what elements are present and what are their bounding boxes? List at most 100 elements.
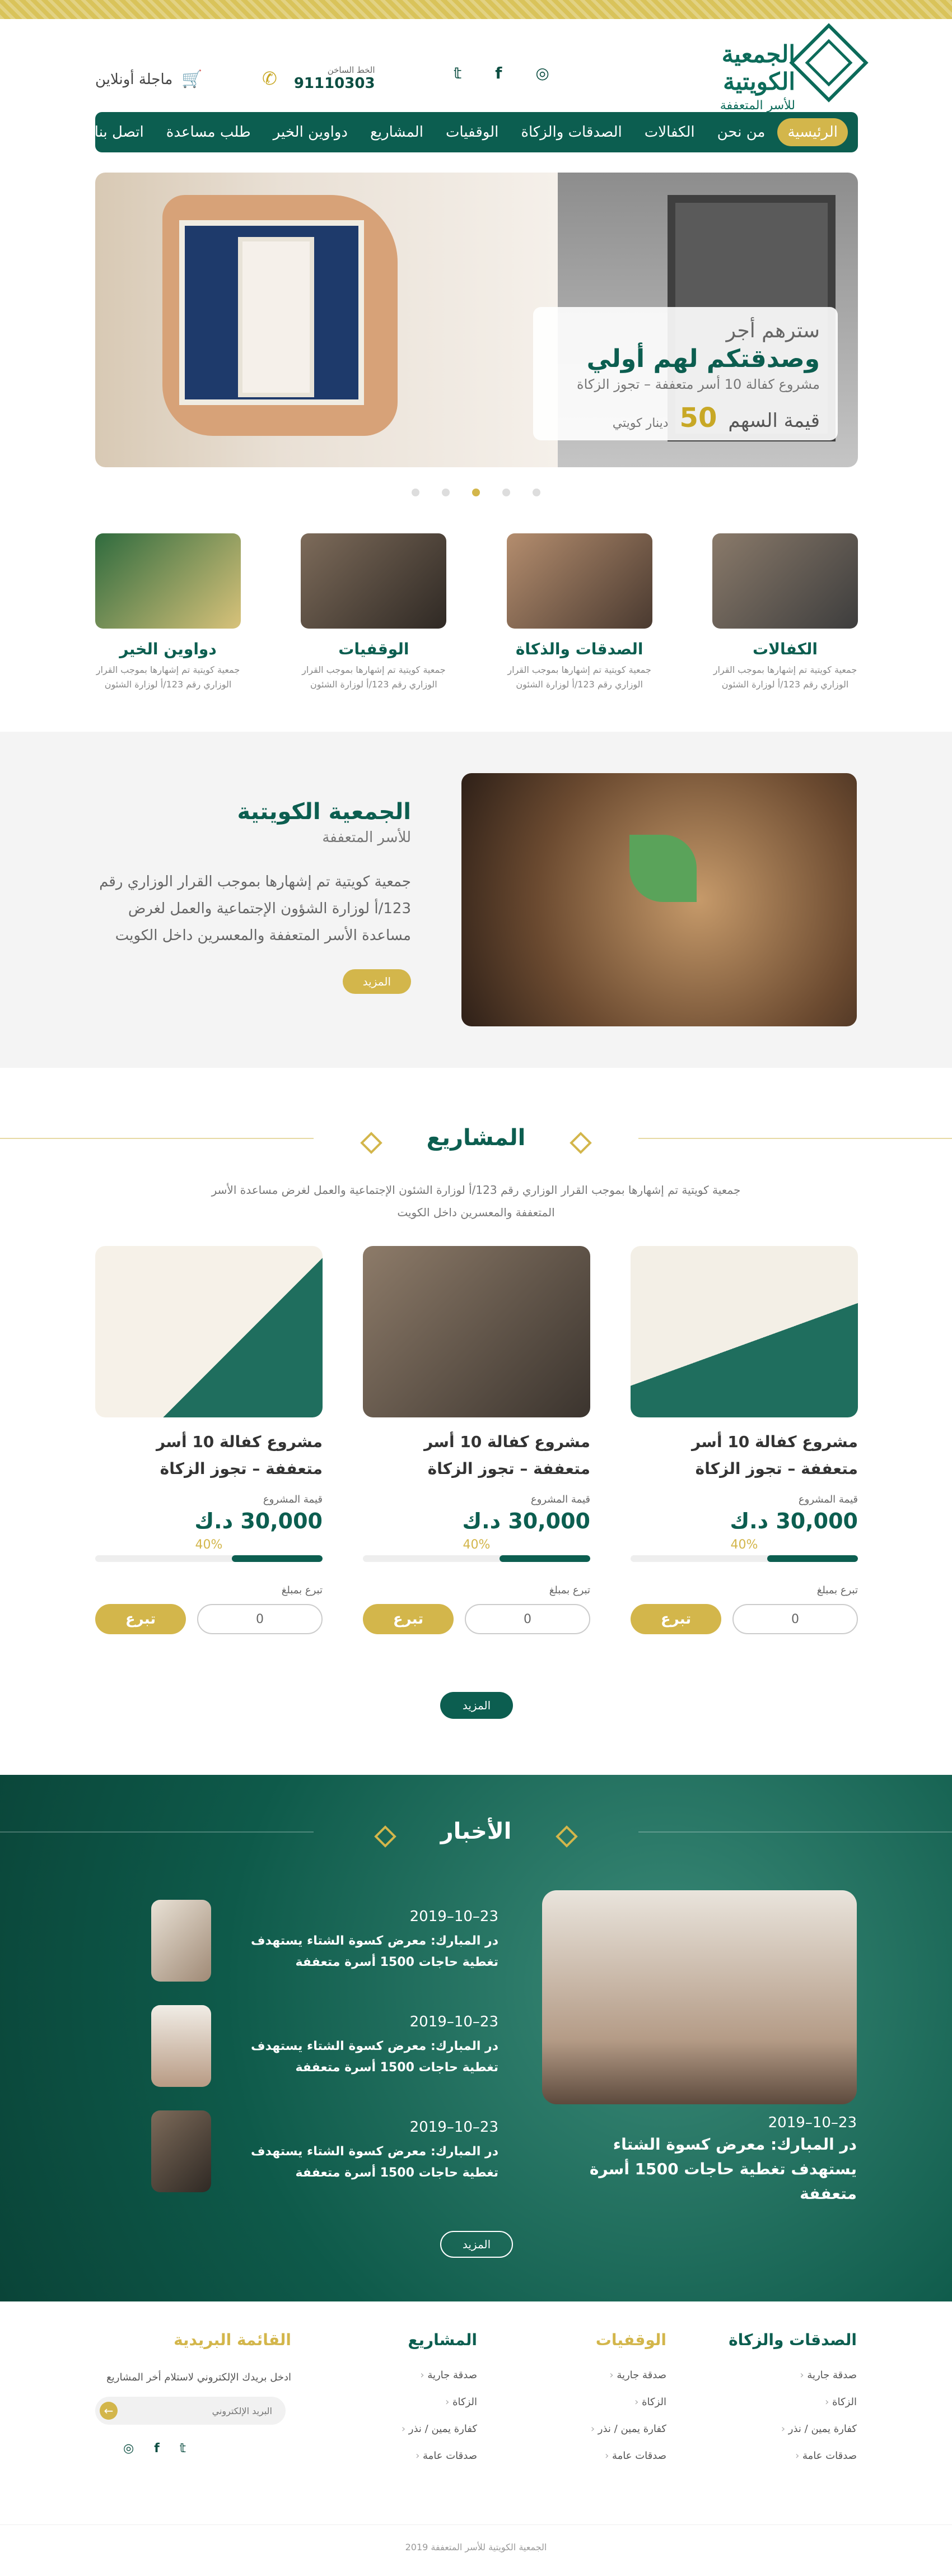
footer-link[interactable]: كفارة يمين / نذر [498,2423,666,2450]
category-card[interactable]: الصدقات والذكاة جمعية كويتية تم إشهارها … [506,533,652,692]
donate-label: تبرع بمبلغ [816,1584,858,1596]
project-title: مشروع كفالة 10 أسر متعففة – تجوز الزكاة [156,1433,323,1478]
project-card[interactable]: مشروع كفالة 10 أسر متعففة – تجوز الزكاة … [95,1246,323,1634]
newsletter: القائمة البريدية ادخل بريدك الإلكتروني ل… [95,2331,291,2456]
newsletter-text: ادخل بريدك الإلكتروني لاستلام أخر المشار… [106,2372,291,2383]
nav-sponsorships[interactable]: الكفالات [634,118,705,146]
nav-projects[interactable]: المشاريع [360,118,433,146]
twitter-icon[interactable]: 𝕥 [454,64,461,82]
project-progress-bar [363,1555,590,1562]
slider-dot-active[interactable] [472,489,480,496]
featured-news-caption[interactable]: 23–10–2019 در المبارك: معرض كسوة الشتاء … [542,2114,857,2206]
footer-link[interactable]: كفارة يمين / نذر [689,2423,857,2450]
news-thumbnail [151,2005,211,2087]
slider-dot[interactable] [442,489,450,496]
nav-request-help[interactable]: طلب مساعدة [156,118,261,146]
project-cards: مشروع كفالة 10 أسر متعففة – تجوز الزكاة … [95,1246,858,1634]
footer-link[interactable]: صدقة جارية [498,2369,666,2396]
project-card[interactable]: مشروع كفالة 10 أسر متعففة – تجوز الزكاة … [631,1246,858,1634]
hero-price: قيمة السهم 50 دينار كويتي [551,402,820,434]
footer-link[interactable]: الزكاة [309,2396,477,2423]
category-cards: الكفالات جمعية كويتية تم إشهارها بموجب ا… [95,533,858,692]
twitter-icon[interactable]: 𝕥 [180,2442,186,2456]
site-logo[interactable]: الجمعية الكويتية للأسر المتعففة [678,23,869,113]
nav-charity-zakat[interactable]: الصدقات والزكاة [511,118,632,146]
about-title: الجمعية الكويتية [237,799,411,825]
logo-subtitle: للأسر المتعففة [720,99,795,113]
facebook-icon[interactable]: f [495,64,502,82]
hotline-label: الخط الساخن [327,65,375,75]
nav-home[interactable]: الرئيسية [777,118,848,146]
category-title: دواوين الخير [119,640,217,658]
about-subtitle: للأسر المتعففة [322,829,411,846]
donate-button[interactable]: تبرع [631,1604,721,1634]
facebook-icon[interactable]: f [154,2442,160,2456]
news-date: 23–10–2019 [409,1908,498,1925]
footer-link[interactable]: صدقات عامة [689,2450,857,2477]
footer-link[interactable]: صدقة جارية [309,2369,477,2396]
project-progress-label: 40% [195,1538,223,1552]
footer-link[interactable]: صدقات عامة [309,2450,477,2477]
nav-about[interactable]: من نحن [707,118,776,146]
donate-row: تبرع [95,1604,323,1634]
about-more-button[interactable]: المزيد [342,969,411,994]
news-more-button[interactable]: المزيد [440,2231,513,2258]
projects-intro: جمعية كويتية تم إشهارها بموجب القرار الو… [0,1179,952,1224]
footer-col-title: الوقفيات [595,2331,666,2349]
nav-dewaniya[interactable]: دواوين الخير [263,118,358,146]
donate-button[interactable]: تبرع [95,1604,186,1634]
newsletter-email-input[interactable] [95,2397,286,2425]
projects-more-button[interactable]: المزيد [440,1692,513,1719]
footer-link[interactable]: صدقات عامة [498,2450,666,2477]
project-value: 30,000 د.ك [194,1509,323,1533]
donate-amount-input[interactable] [465,1604,590,1634]
category-title: الصدقات والذكاة [515,640,643,658]
slider-dot[interactable] [533,489,540,496]
hero-price-value: 50 [679,402,717,434]
footer-link[interactable]: الزكاة [498,2396,666,2423]
news-item[interactable]: 23–10–2019 در المبارك: معرض كسوة الشتاء … [151,2099,498,2204]
arrow-left-icon[interactable]: ← [100,2402,118,2420]
featured-news-date: 23–10–2019 [768,2114,857,2131]
instagram-icon[interactable]: ◎ [535,64,549,82]
slider-dot[interactable] [502,489,510,496]
footer-social: ◎ f 𝕥 [123,2442,291,2456]
donate-amount-input[interactable] [197,1604,323,1634]
news-item[interactable]: 23–10–2019 در المبارك: معرض كسوة الشتاء … [151,1888,498,1993]
category-card[interactable]: دواوين الخير جمعية كويتية تم إشهارها بمو… [95,533,241,692]
footer-link[interactable]: صدقة جارية [689,2369,857,2396]
news-date: 23–10–2019 [409,2014,498,2030]
diamond-icon [570,1131,592,1154]
slider-dot[interactable] [412,489,419,496]
donate-amount-input[interactable] [732,1604,858,1634]
donate-button[interactable]: تبرع [363,1604,454,1634]
footer-link[interactable]: كفارة يمين / نذر [309,2423,477,2450]
featured-news-image[interactable] [542,1890,857,2104]
hero-slider[interactable]: سترهم أجر وصدقتكم لهم أولي مشروع كفالة 1… [95,173,858,467]
about-image [461,773,857,1026]
projects-intro-line: المتعففة والمعسرين داخل الكويت [397,1206,555,1219]
heading-line [638,1138,952,1139]
project-progress-bar [95,1555,323,1562]
nav-contact[interactable]: اتصل بنا [85,118,154,146]
hero-image-wall [95,173,558,467]
category-card[interactable]: الوقفيات جمعية كويتية تم إشهارها بموجب ا… [301,533,447,692]
category-image [712,533,858,629]
hotline[interactable]: الخط الساخن 91110303 ✆ [262,65,375,92]
hero-price-label: قيمة السهم [728,410,820,432]
news-section: الأخبار 23–10–2019 در المبارك: معرض كسوة… [0,1775,952,2301]
category-card[interactable]: الكفالات جمعية كويتية تم إشهارها بموجب ا… [712,533,858,692]
project-card[interactable]: مشروع كفالة 10 أسر متعففة – تجوز الزكاة … [363,1246,590,1634]
online-shop-link[interactable]: 🛒 ماجلة أونلاين [95,69,203,89]
projects-title: المشاريع [404,1125,548,1151]
footer-col-projects: المشاريع صدقة جارية الزكاة كفارة يمين / … [309,2331,477,2477]
nav-endowments[interactable]: الوقفيات [436,118,508,146]
footer-col-title: المشاريع [408,2331,477,2349]
footer-link[interactable]: الزكاة [689,2396,857,2423]
hero-project: مشروع كفالة 10 أسر متعففة – تجوز الزكاة [577,376,820,392]
news-item[interactable]: 23–10–2019 در المبارك: معرض كسوة الشتاء … [151,1993,498,2099]
plant-leaf [629,835,697,902]
slider-dots [0,489,952,496]
project-progress-label: 40% [730,1538,758,1552]
instagram-icon[interactable]: ◎ [123,2442,134,2456]
